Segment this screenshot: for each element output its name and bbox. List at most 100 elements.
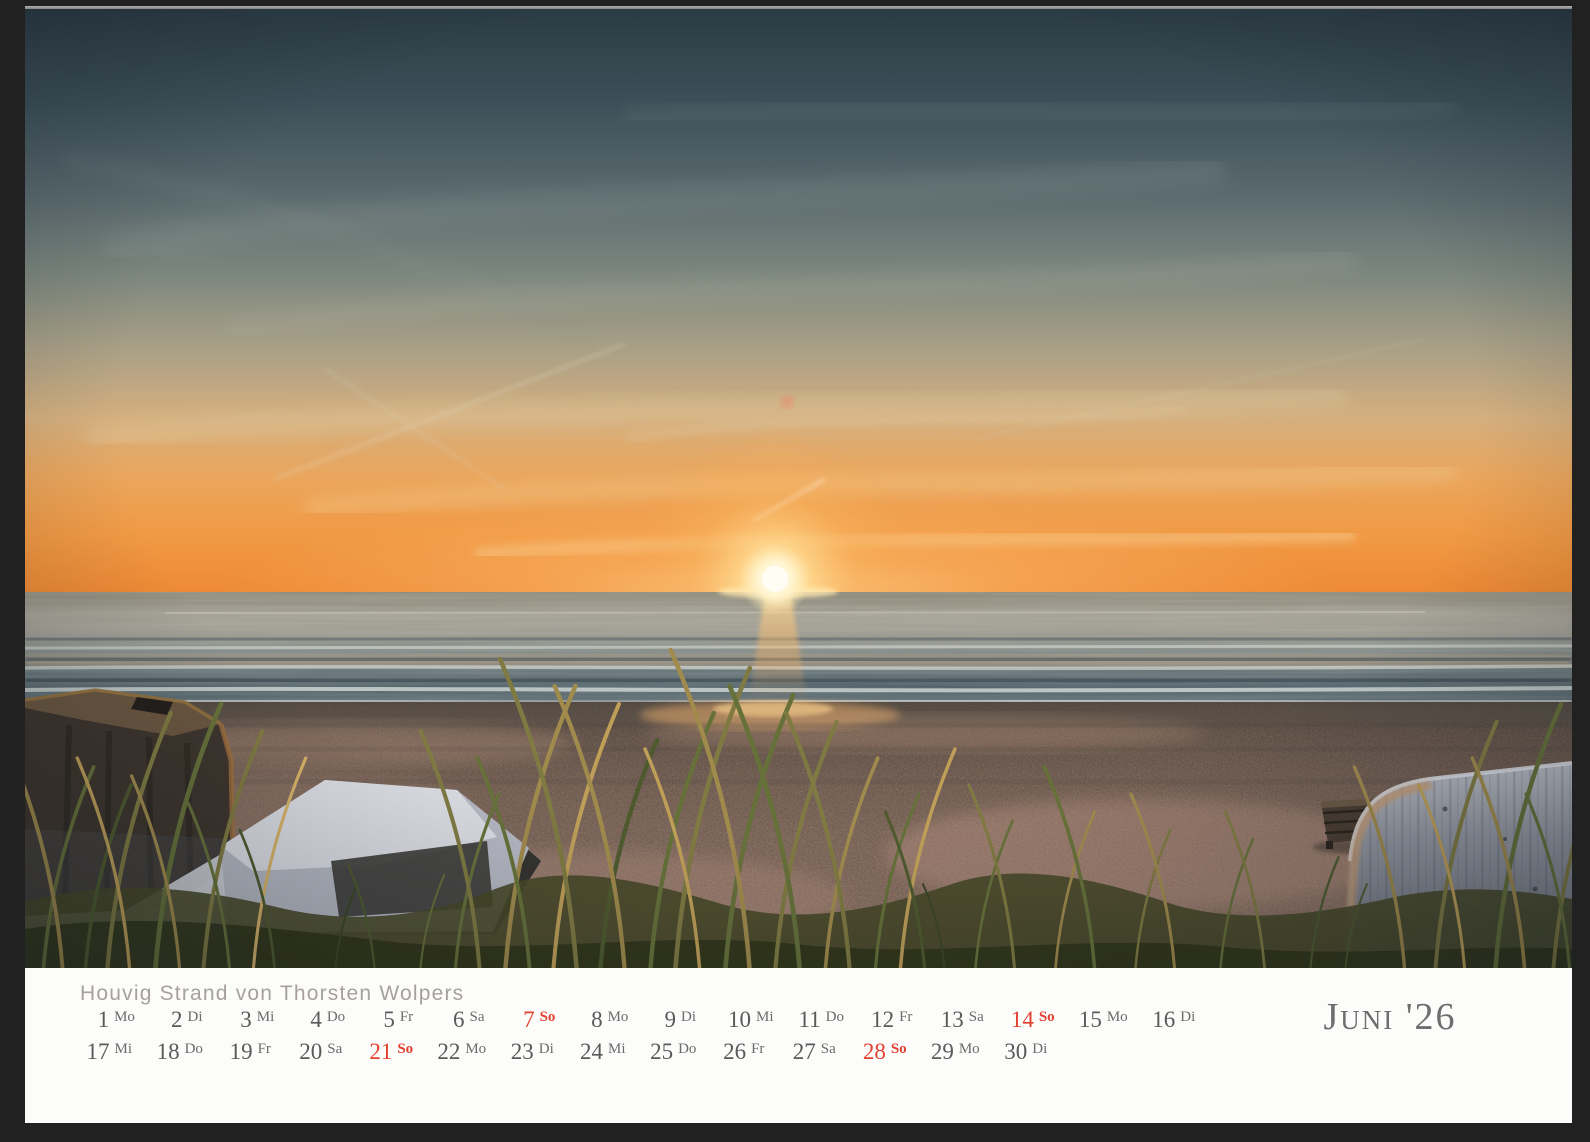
- calendar-day-5: 5 Fr: [363, 1008, 434, 1031]
- day-abbr: Do: [185, 1040, 203, 1057]
- day-number: 1: [98, 1008, 110, 1031]
- day-abbr: Fr: [400, 1008, 413, 1025]
- day-number: 23: [511, 1040, 534, 1063]
- day-number: 20: [299, 1040, 322, 1063]
- calendar-day-3: 3 Mi: [222, 1008, 293, 1031]
- day-abbr: Do: [826, 1008, 844, 1025]
- day-number: 25: [650, 1040, 673, 1063]
- calendar-day-13: 13 Sa: [927, 1008, 998, 1031]
- day-number: 10: [728, 1008, 751, 1031]
- calendar-row-2: 17 Mi 18 Do 19 Fr 20 Sa 21 So 22 Mo 23 Di 24 Mi 25 Do 26 Fr…: [74, 1040, 1061, 1063]
- screenshot-root: { "backdrop_color": "#212122", "page": {…: [0, 0, 1590, 1142]
- day-number: 4: [310, 1008, 322, 1031]
- calendar-day-9: 9Di: [645, 1008, 716, 1031]
- day-number: 14: [1011, 1008, 1034, 1031]
- day-abbr: Do: [678, 1040, 696, 1057]
- day-abbr: Di: [539, 1040, 554, 1057]
- day-number: 15: [1079, 1008, 1102, 1031]
- day-number: 2: [171, 1008, 183, 1031]
- day-number: 5: [383, 1008, 395, 1031]
- day-abbr: Do: [327, 1008, 345, 1025]
- day-abbr: Fr: [258, 1040, 271, 1057]
- day-abbr: So: [891, 1040, 907, 1057]
- day-abbr: Sa: [969, 1008, 984, 1025]
- month-label: Juni '26: [1290, 998, 1490, 1036]
- day-abbr: Mi: [608, 1040, 626, 1057]
- day-number: 3: [240, 1008, 252, 1031]
- calendar-day-20: 20 Sa: [286, 1040, 357, 1063]
- day-abbr: Fr: [751, 1040, 764, 1057]
- day-abbr: So: [540, 1008, 556, 1025]
- calendar-day-2: 2 Di: [152, 1008, 223, 1031]
- day-number: 28: [863, 1040, 886, 1063]
- day-number: 22: [437, 1040, 460, 1063]
- day-number: 6: [453, 1008, 465, 1031]
- day-abbr: Mo: [959, 1040, 980, 1057]
- calendar-day-1: 1Mo: [81, 1008, 152, 1031]
- calendar-day-21: 21 So: [356, 1040, 427, 1063]
- day-number: 30: [1004, 1040, 1027, 1063]
- photo-caption: Houvig Strand von Thorsten Wolpers: [80, 982, 464, 1006]
- day-abbr: Di: [1180, 1008, 1195, 1025]
- calendar-row-1: 1Mo2Di3Mi4Do5Fr6Sa7So8Mo9Di10Mi11Do12Fr1…: [81, 1008, 1209, 1031]
- calendar-day-12: 12 Fr: [857, 1008, 928, 1031]
- calendar-strip: Houvig Strand von Thorsten Wolpers 1Mo2D…: [25, 968, 1572, 1123]
- calendar-day-26: 26 Fr: [709, 1040, 780, 1063]
- calendar-day-8: 8 Mo: [575, 1008, 646, 1031]
- calendar-day-4: 4 Do: [293, 1008, 364, 1031]
- calendar-day-19: 19 Fr: [215, 1040, 286, 1063]
- calendar-day-25: 25 Do: [638, 1040, 709, 1063]
- calendar-day-11: 11 Do: [786, 1008, 857, 1031]
- day-number: 9: [665, 1008, 677, 1031]
- calendar-day-29: 29 Mo: [920, 1040, 991, 1063]
- beach-photo: [25, 9, 1572, 968]
- calendar-day-23: 23 Di: [497, 1040, 568, 1063]
- calendar-page: Houvig Strand von Thorsten Wolpers 1Mo2D…: [25, 6, 1572, 1123]
- calendar-day-6: 6 Sa: [434, 1008, 505, 1031]
- calendar-day-18: 18 Do: [145, 1040, 216, 1063]
- calendar-day-28: 28 So: [850, 1040, 921, 1063]
- day-number: 18: [157, 1040, 180, 1063]
- day-abbr: So: [397, 1040, 413, 1057]
- calendar-day-30: 30 Di: [991, 1040, 1062, 1063]
- day-abbr: Sa: [821, 1040, 836, 1057]
- calendar-day-14: 14 So: [998, 1008, 1069, 1031]
- calendar-day-24: 24 Mi: [568, 1040, 639, 1063]
- calendar-day-16: 16 Di: [1139, 1008, 1210, 1031]
- calendar-day-15: 15 Mo: [1068, 1008, 1139, 1031]
- day-number: 17: [86, 1040, 109, 1063]
- day-abbr: Mo: [114, 1008, 135, 1025]
- day-abbr: Fr: [899, 1008, 912, 1025]
- day-number: 16: [1152, 1008, 1175, 1031]
- day-abbr: Di: [681, 1008, 696, 1025]
- vignette: [25, 9, 1572, 968]
- day-number: 13: [941, 1008, 964, 1031]
- day-number: 11: [799, 1008, 821, 1031]
- calendar-day-27: 27 Sa: [779, 1040, 850, 1063]
- day-number: 8: [591, 1008, 603, 1031]
- day-number: 26: [723, 1040, 746, 1063]
- day-number: 24: [580, 1040, 603, 1063]
- day-number: 21: [369, 1040, 392, 1063]
- beach-photo-art: [25, 9, 1572, 968]
- day-number: 27: [793, 1040, 816, 1063]
- day-abbr: Sa: [470, 1008, 485, 1025]
- day-abbr: Di: [1032, 1040, 1047, 1057]
- day-abbr: Mi: [257, 1008, 275, 1025]
- day-abbr: Mo: [465, 1040, 486, 1057]
- calendar-day-10: 10 Mi: [716, 1008, 787, 1031]
- day-abbr: Sa: [327, 1040, 342, 1057]
- day-number: 29: [931, 1040, 954, 1063]
- day-abbr: Mi: [114, 1040, 132, 1057]
- day-abbr: Mi: [756, 1008, 774, 1025]
- day-number: 7: [523, 1008, 535, 1031]
- day-abbr: Mo: [1107, 1008, 1128, 1025]
- day-number: 19: [230, 1040, 253, 1063]
- day-abbr: Di: [188, 1008, 203, 1025]
- calendar-day-17: 17 Mi: [74, 1040, 145, 1063]
- calendar-day-7: 7 So: [504, 1008, 575, 1031]
- calendar-day-22: 22 Mo: [427, 1040, 498, 1063]
- day-abbr: Mo: [608, 1008, 629, 1025]
- day-number: 12: [871, 1008, 894, 1031]
- day-abbr: So: [1039, 1008, 1055, 1025]
